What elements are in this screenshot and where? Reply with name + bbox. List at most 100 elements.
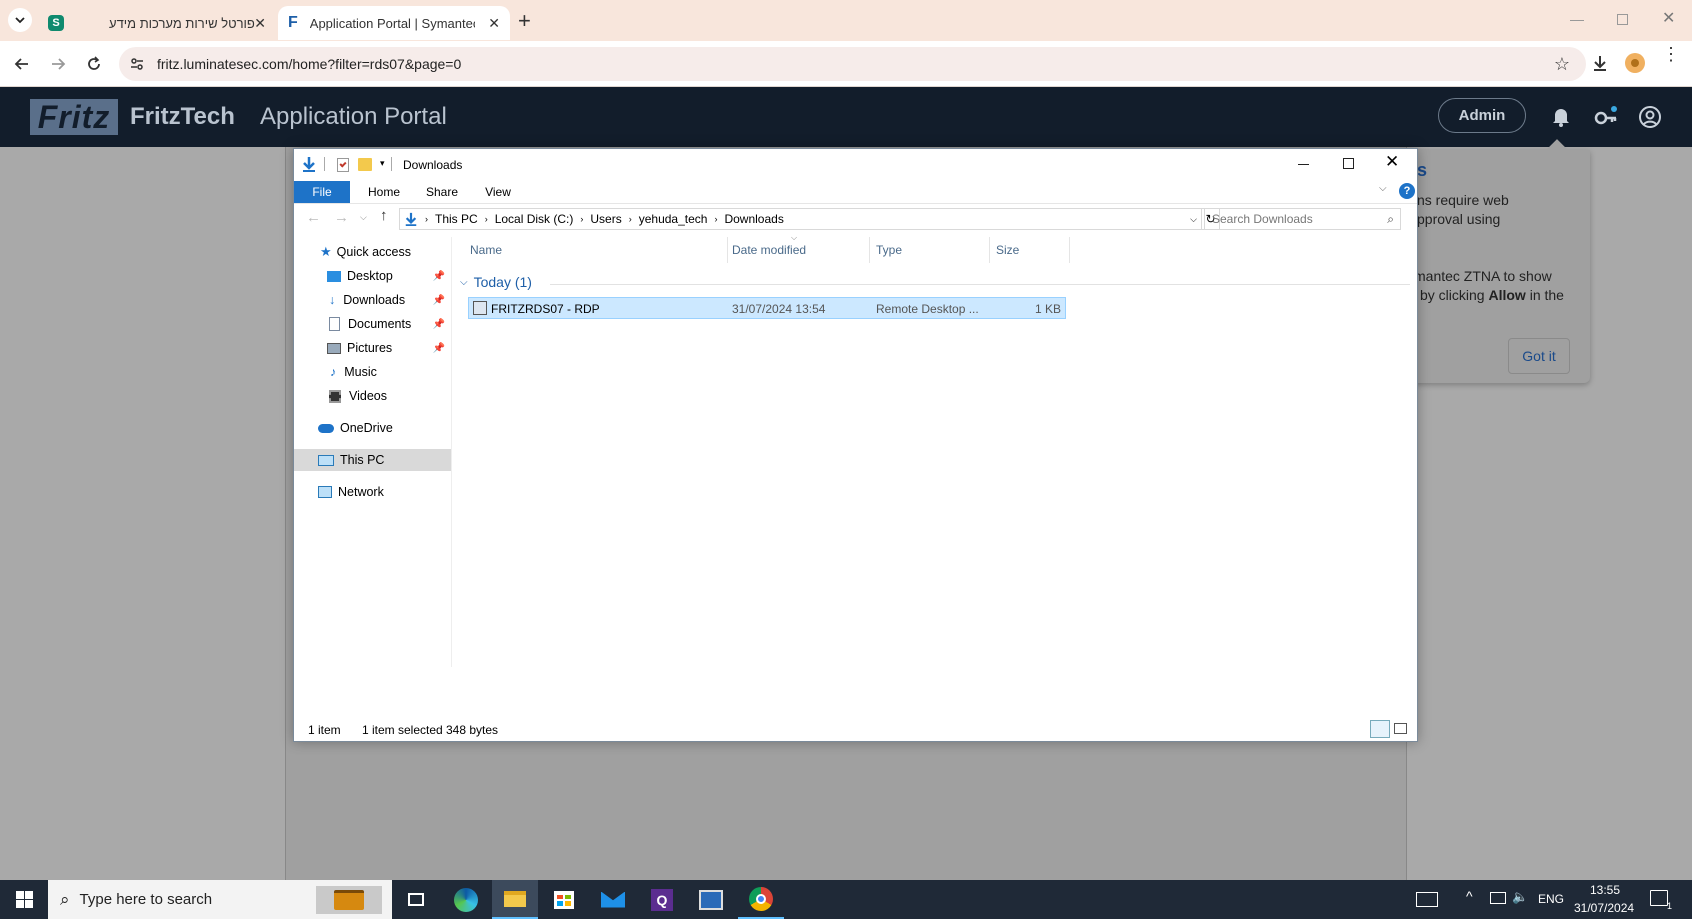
mail-icon[interactable]	[590, 880, 636, 919]
omnibox[interactable]: fritz.luminatesec.com/home?filter=rds07&…	[119, 47, 1586, 81]
bookmark-star-icon[interactable]: ☆	[1554, 54, 1570, 75]
column-date-modified[interactable]: Date modified	[732, 243, 806, 257]
edge-icon[interactable]	[443, 880, 489, 919]
back-icon[interactable]	[13, 55, 31, 73]
nav-network[interactable]: Network	[318, 481, 384, 503]
nav-desktop[interactable]: Desktop 📌	[327, 265, 445, 287]
nav-downloads[interactable]: ↓ Downloads 📌	[327, 289, 445, 311]
menu-dots-icon[interactable]: ⋮	[1662, 45, 1680, 63]
breadcrumb-this-pc[interactable]: This PC	[435, 212, 478, 226]
column-name[interactable]: Name	[470, 243, 502, 257]
search-downloads-input[interactable]: Search Downloads ⌕	[1204, 208, 1401, 230]
picture-icon	[327, 342, 341, 354]
remote-desktop-icon[interactable]	[688, 880, 734, 919]
chevron-down-icon	[15, 17, 25, 24]
pin-icon[interactable]: 📌	[433, 319, 445, 330]
profile-avatar[interactable]	[1625, 53, 1645, 73]
nav-pictures[interactable]: Pictures 📌	[327, 337, 445, 359]
pin-icon[interactable]: 📌	[433, 271, 445, 282]
column-size[interactable]: Size	[996, 243, 1019, 257]
nav-quick-access[interactable]: ★ Quick access	[320, 241, 411, 263]
show-hidden-icons-icon[interactable]: ^	[1466, 888, 1473, 904]
chevron-down-icon: ⌵	[460, 276, 468, 288]
tab-search-button[interactable]	[8, 8, 32, 32]
breadcrumb-local-disk[interactable]: Local Disk (C:)	[495, 212, 574, 226]
sort-indicator-icon: ⌵	[791, 233, 798, 242]
address-dropdown-icon[interactable]: ⌵	[1190, 214, 1197, 225]
new-folder-icon[interactable]	[358, 158, 372, 171]
volume-muted-icon[interactable]: 🔈	[1512, 889, 1528, 905]
properties-icon[interactable]	[337, 158, 349, 172]
desktop-icon	[327, 270, 341, 282]
forward-icon[interactable]: →	[334, 209, 349, 226]
breadcrumb-user[interactable]: yehuda_tech	[639, 212, 708, 226]
key-icon[interactable]	[1594, 105, 1618, 127]
brand-name: FritzTech	[130, 103, 235, 130]
notifications-icon[interactable]: 1	[1650, 890, 1672, 911]
app-q-icon[interactable]: Q	[639, 880, 685, 919]
taskbar-search-box[interactable]: ⌕ Type here to search	[48, 880, 392, 919]
tab-service-portal[interactable]: S פורטל שירות מערכות מידע ✕	[40, 6, 272, 40]
clock-time[interactable]: 13:55	[1590, 883, 1620, 897]
file-row[interactable]: FRITZRDS07 - RDP 31/07/2024 13:54 Remote…	[468, 297, 1066, 319]
language-indicator[interactable]: ENG	[1538, 892, 1564, 906]
user-circle-icon[interactable]	[1638, 105, 1662, 129]
keyboard-icon[interactable]	[1416, 892, 1438, 907]
ribbon-expand-icon[interactable]: ⌵	[1379, 183, 1387, 194]
minimize-window-icon[interactable]	[1570, 20, 1584, 21]
breadcrumb-downloads[interactable]: Downloads	[724, 212, 783, 226]
minimize-icon[interactable]	[1298, 164, 1309, 165]
column-type[interactable]: Type	[876, 243, 902, 257]
clock-date[interactable]: 31/07/2024	[1574, 901, 1634, 915]
close-icon[interactable]: ✕	[1385, 152, 1399, 172]
address-bar-row: fritz.luminatesec.com/home?filter=rds07&…	[0, 41, 1692, 87]
close-window-icon[interactable]: ✕	[1662, 8, 1675, 28]
got-it-button[interactable]: Got it	[1508, 338, 1570, 374]
task-view-icon[interactable]	[393, 880, 439, 919]
download-icon[interactable]	[1590, 53, 1610, 73]
new-tab-button[interactable]: +	[518, 8, 531, 34]
document-icon	[329, 317, 340, 331]
tab-share[interactable]: Share	[414, 181, 470, 203]
group-header-today[interactable]: ⌵ Today (1)	[460, 274, 1410, 290]
bell-icon[interactable]	[1551, 106, 1571, 128]
pin-icon[interactable]: 📌	[433, 295, 445, 306]
tab-close-icon[interactable]: ✕	[488, 15, 500, 32]
popover-text: pproval using	[1417, 211, 1501, 227]
tab-home[interactable]: Home	[354, 181, 414, 203]
maximize-icon[interactable]	[1343, 158, 1354, 169]
tab-title: פורטל שירות מערכות מידע	[109, 15, 255, 31]
chrome-icon[interactable]	[738, 880, 784, 919]
network-status-icon[interactable]	[1490, 892, 1506, 904]
details-view-icon[interactable]	[1370, 720, 1390, 738]
nav-music[interactable]: ♪ Music	[327, 361, 377, 383]
back-icon[interactable]: ←	[306, 209, 321, 226]
forward-icon[interactable]	[49, 55, 67, 73]
up-icon[interactable]: ↑	[380, 207, 388, 224]
help-icon[interactable]: ?	[1399, 183, 1415, 199]
recent-locations-icon[interactable]: ⌵	[360, 212, 367, 223]
nav-documents[interactable]: Documents 📌	[327, 313, 445, 335]
start-button[interactable]	[0, 880, 48, 919]
nav-this-pc[interactable]: This PC	[294, 449, 451, 471]
tab-close-icon[interactable]: ✕	[254, 15, 266, 32]
breadcrumb-users[interactable]: Users	[590, 212, 621, 226]
large-icons-view-icon[interactable]	[1394, 723, 1407, 734]
briefcase-icon	[316, 886, 382, 914]
fritz-logo: Fritz	[30, 99, 118, 135]
tab-view[interactable]: View	[470, 181, 526, 203]
store-icon[interactable]	[541, 880, 587, 919]
file-explorer-taskbar-icon[interactable]	[492, 880, 538, 919]
tab-application-portal[interactable]: F Application Portal | Symantec Z ✕	[278, 6, 510, 40]
tab-file[interactable]: File	[294, 181, 350, 203]
pin-icon[interactable]: 📌	[433, 343, 445, 354]
admin-button[interactable]: Admin	[1438, 98, 1526, 133]
nav-videos[interactable]: Videos	[327, 385, 387, 407]
reload-icon[interactable]	[85, 55, 103, 73]
nav-onedrive[interactable]: OneDrive	[318, 417, 393, 439]
site-info-icon[interactable]	[129, 56, 145, 72]
breadcrumb-bar[interactable]: › This PC › Local Disk (C:) › Users › ye…	[399, 208, 1202, 230]
restore-window-icon[interactable]	[1617, 14, 1628, 25]
search-icon: ⌕	[1387, 211, 1394, 226]
quick-access-toolbar-dropdown[interactable]: ▾	[380, 158, 385, 169]
